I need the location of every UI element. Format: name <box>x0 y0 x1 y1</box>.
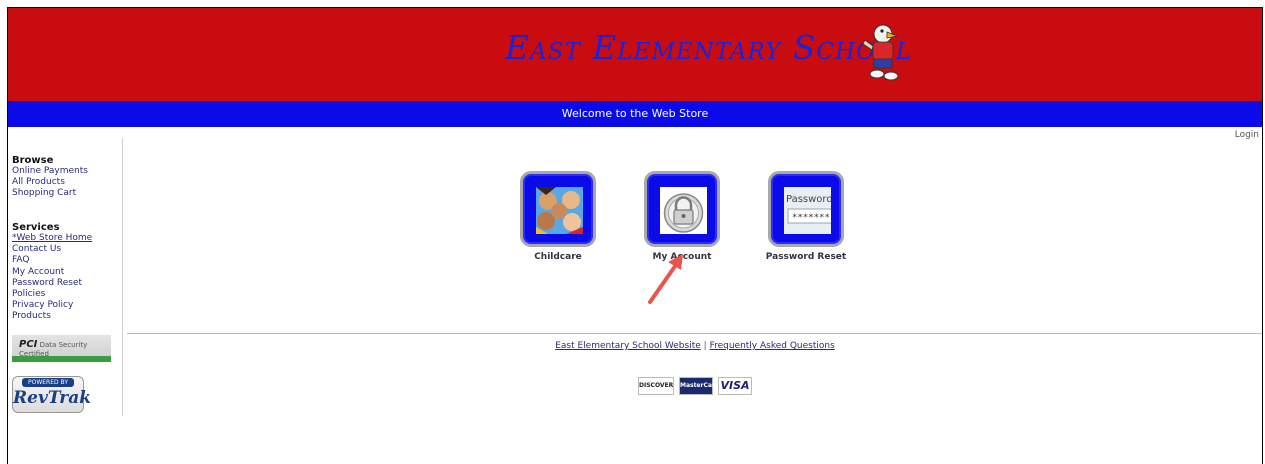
site-title[interactable]: East Elementary School <box>505 28 912 67</box>
sidebar-item-privacy-policy[interactable]: Privacy Policy <box>12 300 92 311</box>
padlock-icon <box>660 187 707 234</box>
sidebar-item-my-account[interactable]: My Account <box>12 267 92 278</box>
school-website-link[interactable]: East Elementary School Website <box>555 341 701 351</box>
tile-label-childcare[interactable]: Childcare <box>500 252 616 262</box>
payment-cards: DISCOVER MasterCard VISA <box>638 377 758 397</box>
sidebar-item-password-reset[interactable]: Password Reset <box>12 278 92 289</box>
password-mask: ******* <box>792 213 830 223</box>
children-photo-icon <box>536 187 583 234</box>
tile-password-reset[interactable]: Password: ******* Password Reset <box>766 171 846 275</box>
faq-link[interactable]: Frequently Asked Questions <box>710 341 835 351</box>
sidebar-item-faq[interactable]: FAQ <box>12 255 92 266</box>
pci-mark: PCI <box>19 339 38 350</box>
tile-frame <box>520 171 596 247</box>
sidebar: Browse Online Payments All Products Shop… <box>8 138 123 416</box>
tile-childcare[interactable]: Childcare <box>520 171 596 275</box>
site-header: East Elementary School <box>8 8 1262 101</box>
browse-heading: Browse <box>12 155 54 166</box>
sidebar-item-online-payments[interactable]: Online Payments <box>12 166 88 177</box>
footer-separator: | <box>703 341 707 351</box>
sidebar-item-shopping-cart[interactable]: Shopping Cart <box>12 188 88 199</box>
visa-card-icon: VISA <box>718 377 752 395</box>
sidebar-item-all-products[interactable]: All Products <box>12 177 88 188</box>
discover-card-icon: DISCOVER <box>638 377 674 395</box>
footer-links: East Elementary School Website | Frequen… <box>127 341 1262 351</box>
content-divider <box>127 333 1262 334</box>
tile-frame <box>644 171 720 247</box>
revtrak-logo: RevTrak <box>13 388 91 408</box>
tile-frame: Password: ******* <box>768 171 844 247</box>
password-field-icon: Password: ******* <box>784 187 831 234</box>
page-frame: East Elementary School Welcome to the We… <box>7 7 1263 464</box>
sidebar-item-contact-us[interactable]: Contact Us <box>12 244 92 255</box>
sidebar-item-products[interactable]: Products <box>12 311 92 322</box>
sidebar-item-web-store-home[interactable]: *Web Store Home <box>12 233 92 244</box>
sidebar-item-policies[interactable]: Policies <box>12 289 92 300</box>
revtrak-powered-label: POWERED BY <box>22 378 74 387</box>
services-section: Services *Web Store Home Contact Us FAQ … <box>12 222 92 323</box>
pointer-arrow-icon <box>648 254 683 304</box>
eagle-mascot-icon <box>862 24 899 81</box>
browse-section: Browse Online Payments All Products Shop… <box>12 155 88 200</box>
welcome-banner: Welcome to the Web Store <box>8 101 1262 127</box>
revtrak-badge[interactable]: POWERED BY RevTrak <box>12 376 91 413</box>
pci-certified-badge[interactable]: PCI Data Security Certified <box>12 335 111 362</box>
login-link[interactable]: Login <box>1235 130 1259 140</box>
mastercard-icon: MasterCard <box>679 377 719 395</box>
password-word: Password: <box>786 194 831 205</box>
tile-label-password-reset[interactable]: Password Reset <box>748 252 864 262</box>
services-heading: Services <box>12 222 60 233</box>
